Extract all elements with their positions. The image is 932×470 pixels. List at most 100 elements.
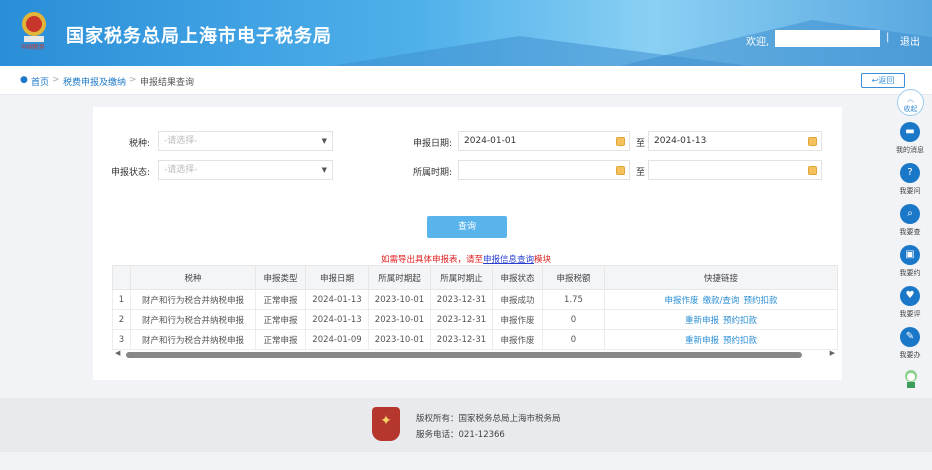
results-table: 税种 申报类型 申报日期 所属时期起 所属时期止 申报状态 申报税额 快捷链接 … bbox=[112, 265, 838, 350]
sidebar-item[interactable]: ▣ 我要约 bbox=[895, 245, 925, 278]
breadcrumb-current: 申报结果查询 bbox=[140, 78, 195, 88]
cell-status: 申报成功 bbox=[492, 289, 543, 310]
scrollbar-thumb[interactable] bbox=[126, 352, 802, 358]
calendar-icon[interactable] bbox=[808, 166, 817, 175]
to-label: 至 bbox=[636, 168, 646, 178]
cell-amount: 1.75 bbox=[542, 289, 605, 310]
cell-end: 2023-12-31 bbox=[430, 329, 493, 350]
report-date-from-input[interactable]: 2024-01-01 bbox=[458, 131, 630, 151]
horizontal-scrollbar[interactable]: ◀ ▶ bbox=[112, 349, 838, 361]
cell-date: 2024-01-13 bbox=[305, 289, 369, 310]
col-status: 申报状态 bbox=[492, 265, 543, 290]
cell-no: 2 bbox=[112, 309, 131, 330]
calendar-icon[interactable] bbox=[616, 137, 625, 146]
edit-icon: ✎ bbox=[900, 327, 920, 347]
breadcrumb-home[interactable]: 首页 bbox=[31, 75, 49, 88]
sidebar-item[interactable]: ⌕ 我要查 bbox=[895, 204, 925, 237]
sidebar-item-label: 我要办 bbox=[899, 351, 921, 359]
calendar-icon[interactable] bbox=[616, 166, 625, 175]
username-display bbox=[775, 30, 880, 47]
cell-date: 2024-01-09 bbox=[305, 329, 369, 350]
quick-link[interactable]: 缴款/查询 bbox=[703, 296, 740, 306]
query-button[interactable]: 查询 bbox=[427, 216, 507, 238]
breadcrumb-tax-filing[interactable]: 税费申报及缴纳 bbox=[63, 75, 126, 88]
svg-text:中国税务: 中国税务 bbox=[21, 43, 45, 50]
quick-link[interactable]: 申报作废 bbox=[665, 296, 699, 306]
cell-type: 正常申报 bbox=[255, 329, 306, 350]
collapse-label: 收起 bbox=[903, 105, 918, 113]
cell-type: 正常申报 bbox=[255, 289, 306, 310]
cell-end: 2023-12-31 bbox=[430, 289, 493, 310]
calendar-icon: ▣ bbox=[900, 245, 920, 265]
col-report-type: 申报类型 bbox=[255, 265, 306, 290]
export-notice: 如需导出具体申报表，请至申报信息查询模块 bbox=[0, 253, 932, 265]
sidebar-item[interactable]: ? 我要问 bbox=[895, 163, 925, 196]
back-label: 返回 bbox=[878, 76, 895, 85]
report-info-query-link[interactable]: 申报信息查询 bbox=[483, 255, 534, 265]
cell-links: 申报作废 缴款/查询 预约扣款 bbox=[604, 289, 838, 310]
tax-type-label: 税种: bbox=[128, 139, 150, 149]
report-date-to-value: 2024-01-13 bbox=[654, 136, 707, 146]
logout-link[interactable]: 退出 bbox=[900, 33, 920, 48]
notice-suffix: 模块 bbox=[534, 255, 552, 265]
col-period-end: 所属时期止 bbox=[430, 265, 493, 290]
question-icon: ? bbox=[900, 163, 920, 183]
status-placeholder: -请选择- bbox=[164, 165, 198, 175]
col-report-date: 申报日期 bbox=[305, 265, 369, 290]
dropdown-caret-icon: ▼ bbox=[321, 166, 327, 174]
rate-icon: ♥ bbox=[900, 286, 920, 306]
table-row: 3 财产和行为税合并纳税申报 正常申报 2024-01-09 2023-10-01 202… bbox=[112, 329, 838, 350]
period-to-input[interactable] bbox=[648, 160, 822, 180]
copyright-text: 版权所有：国家税务总局上海市税务局 bbox=[416, 414, 561, 424]
quick-link[interactable]: 预约扣款 bbox=[723, 336, 757, 346]
col-quick-links: 快捷链接 bbox=[604, 265, 838, 290]
sidebar-item[interactable]: ♥ 我要评 bbox=[895, 286, 925, 319]
sidebar-item-label: 我要评 bbox=[899, 310, 921, 318]
service-phone: 服务电话：021-12366 bbox=[416, 430, 505, 440]
col-index bbox=[112, 265, 131, 290]
table-row: 2 财产和行为税合并纳税申报 正常申报 2024-01-13 2023-10-01 202… bbox=[112, 309, 838, 330]
cell-links: 重新申报 预约扣款 bbox=[604, 309, 838, 330]
quick-link[interactable]: 重新申报 bbox=[685, 336, 719, 346]
cell-type: 正常申报 bbox=[255, 309, 306, 330]
back-button[interactable]: ↩返回 bbox=[861, 73, 905, 88]
cell-tax: 财产和行为税合并纳税申报 bbox=[130, 289, 256, 310]
tax-type-select[interactable]: -请选择- ▼ bbox=[158, 131, 333, 151]
quick-link[interactable]: 预约扣款 bbox=[743, 296, 777, 306]
col-period-start: 所属时期起 bbox=[368, 265, 431, 290]
cell-amount: 0 bbox=[542, 329, 605, 350]
header-separator: | bbox=[886, 32, 890, 43]
sidebar-item-label: 我要约 bbox=[899, 269, 921, 277]
cell-start: 2023-10-01 bbox=[368, 329, 431, 350]
chevron-up-icon: ︿ bbox=[907, 95, 914, 103]
notice-text: 如需导出具体申报表，请至 bbox=[380, 255, 483, 265]
sidebar-item[interactable]: ▬ 我的消息 bbox=[895, 122, 925, 155]
table-header-row: 税种 申报类型 申报日期 所属时期起 所属时期止 申报状态 申报税额 快捷链接 bbox=[112, 265, 838, 290]
period-from-input[interactable] bbox=[458, 160, 630, 180]
cell-no: 1 bbox=[112, 289, 131, 310]
status-label: 申报状态: bbox=[110, 168, 150, 178]
to-label: 至 bbox=[636, 139, 646, 149]
quick-link[interactable]: 重新申报 bbox=[685, 316, 719, 326]
cell-links: 重新申报 预约扣款 bbox=[604, 329, 838, 350]
status-select[interactable]: -请选择- ▼ bbox=[158, 160, 333, 180]
scroll-right-icon[interactable]: ▶ bbox=[830, 349, 835, 357]
breadcrumb-sep: > bbox=[129, 75, 137, 85]
tax-emblem-logo: 中国税务 bbox=[21, 12, 46, 50]
search-icon: ⌕ bbox=[900, 204, 920, 224]
cell-tax: 财产和行为税合并纳税申报 bbox=[130, 309, 256, 330]
report-date-label: 申报日期: bbox=[412, 139, 452, 149]
scroll-left-icon[interactable]: ◀ bbox=[115, 349, 120, 357]
report-date-from-value: 2024-01-01 bbox=[464, 136, 517, 146]
sidebar-item[interactable]: ✎ 我要办 bbox=[895, 327, 925, 360]
report-date-to-input[interactable]: 2024-01-13 bbox=[648, 131, 822, 151]
quick-link[interactable]: 预约扣款 bbox=[723, 316, 757, 326]
collapse-sidebar-button[interactable]: ︿ 收起 bbox=[897, 89, 924, 116]
robot-assistant-icon[interactable] bbox=[902, 367, 920, 391]
cell-tax: 财产和行为税合并纳税申报 bbox=[130, 329, 256, 350]
period-label: 所属时期: bbox=[412, 168, 452, 178]
site-header: 中国税务 国家税务总局上海市电子税务局 欢迎, | 退出 bbox=[0, 0, 932, 66]
calendar-icon[interactable] bbox=[808, 137, 817, 146]
col-tax-type: 税种 bbox=[130, 265, 256, 290]
cell-status: 申报作废 bbox=[492, 329, 543, 350]
